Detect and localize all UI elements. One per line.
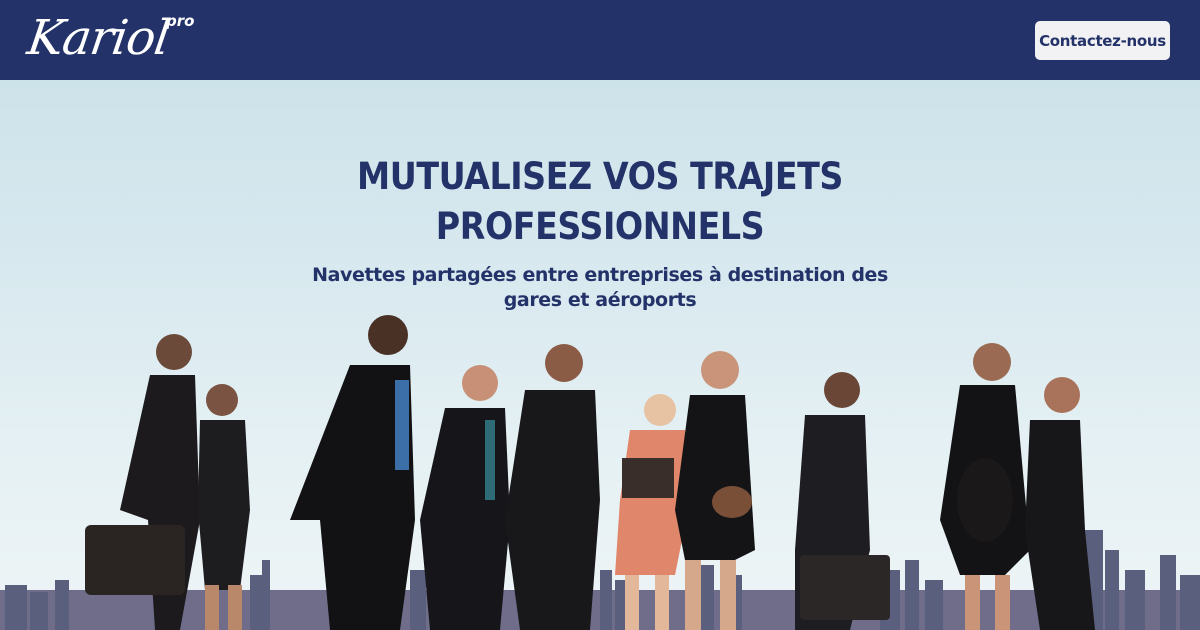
contact-button[interactable]: Contactez-nous [1035, 21, 1170, 60]
hero-subtitle: Navettes partagées entre entreprises à d… [312, 264, 888, 311]
logo-superscript: pro [166, 12, 195, 30]
business-people-walking [85, 315, 1095, 630]
logo-wordmark: Kariol [24, 10, 173, 66]
kariol-pro-logo[interactable]: Kariol pro [24, 8, 208, 72]
hero-title: MUTUALISEZ VOS TRAJETS PROFESSIONNELS [357, 155, 843, 248]
top-navigation-bar: Kariol pro Contactez-nous [0, 0, 1200, 80]
hero-section: MUTUALISEZ VOS TRAJETS PROFESSIONNELS Na… [0, 80, 1200, 630]
